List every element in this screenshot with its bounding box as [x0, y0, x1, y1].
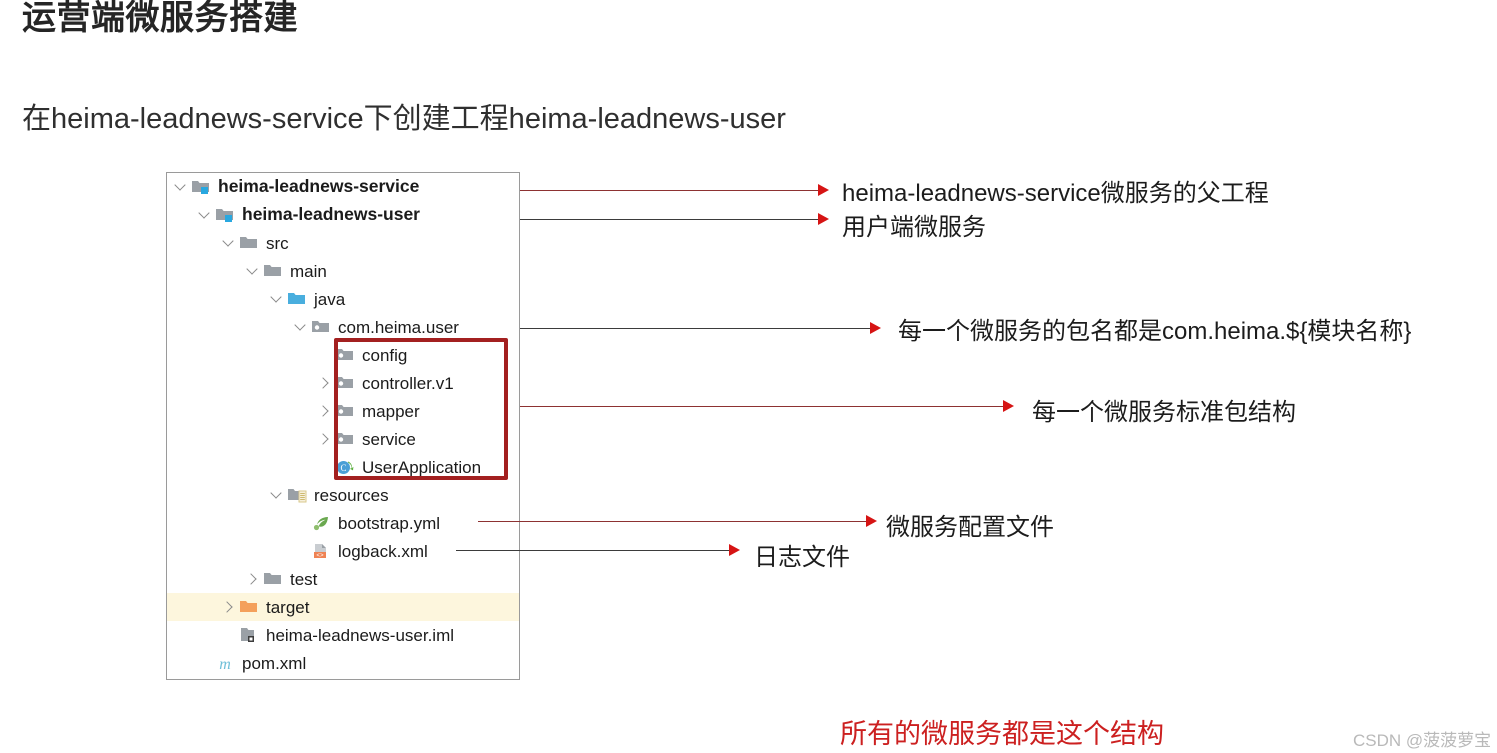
tree-row-label: test [290, 569, 318, 589]
page-title: 运营端微服务搭建 [22, 0, 298, 37]
chevron-right-icon[interactable] [221, 599, 237, 615]
chevron-right-icon[interactable] [245, 571, 261, 587]
csdn-watermark: CSDN @菠菠萝宝 [1353, 731, 1492, 750]
chevron-down-icon[interactable] [173, 179, 189, 195]
chevron-placeholder-icon [197, 655, 213, 671]
svg-text:m: m [219, 656, 231, 672]
bottom-note: 所有的微服务都是这个结构 [840, 719, 1164, 749]
yaml-leaf-icon [311, 514, 331, 532]
arrow-head-user-service [818, 213, 829, 225]
chevron-placeholder-icon [293, 515, 309, 531]
chevron-down-icon[interactable] [221, 235, 237, 251]
tree-row-label: heima-leadnews-user.iml [266, 625, 455, 645]
standard-package-highlight-box [334, 338, 508, 480]
tree-row-label: bootstrap.yml [338, 513, 441, 533]
svg-text:<>: <> [316, 552, 324, 559]
tree-row-label: heima-leadnews-user [242, 204, 420, 225]
folder-orange-icon [239, 598, 259, 616]
tree-row[interactable]: heima-leadnews-service [167, 173, 519, 201]
tree-row-label: com.heima.user [338, 317, 459, 337]
arrow-head-config-file [866, 515, 877, 527]
chevron-placeholder-icon [221, 627, 237, 643]
iml-module-icon [239, 626, 259, 644]
arrow-head-standard-structure [1003, 400, 1014, 412]
chevron-placeholder-icon [317, 459, 333, 475]
chevron-right-icon[interactable] [317, 403, 333, 419]
folder-gray-icon [263, 570, 283, 588]
package-icon [311, 318, 331, 336]
resources-folder-icon [287, 486, 307, 504]
connector-line-user-service [520, 219, 820, 220]
annotation-standard-structure: 每一个微服务标准包结构 [1032, 399, 1296, 426]
xml-file-icon: <> [311, 542, 331, 560]
chevron-placeholder-icon [293, 543, 309, 559]
tree-row[interactable]: resources [167, 481, 519, 509]
tree-row[interactable]: main [167, 257, 519, 285]
tree-row-label: src [266, 233, 289, 253]
tree-row[interactable]: heima-leadnews-user [167, 201, 519, 229]
annotation-parent-project: heima-leadnews-service微服务的父工程 [842, 180, 1269, 207]
module-folder-icon [215, 206, 235, 224]
folder-gray-icon [263, 262, 283, 280]
annotation-package-name: 每一个微服务的包名都是com.heima.${模块名称} [898, 318, 1412, 345]
chevron-placeholder-icon [317, 347, 333, 363]
arrow-head-log-file [729, 544, 740, 556]
tree-row[interactable]: com.heima.user [167, 313, 519, 341]
connector-line-standard-structure [520, 406, 1005, 407]
folder-blue-icon [287, 290, 307, 308]
annotation-config-file: 微服务配置文件 [886, 514, 1054, 541]
tree-row-label: target [266, 597, 310, 617]
chevron-down-icon[interactable] [197, 207, 213, 223]
connector-line-log-file [456, 550, 731, 551]
connector-line-config-file [478, 521, 868, 522]
chevron-down-icon[interactable] [293, 319, 309, 335]
annotation-log-file: 日志文件 [754, 544, 850, 571]
tree-row[interactable]: java [167, 285, 519, 313]
chevron-down-icon[interactable] [269, 487, 285, 503]
annotation-user-service: 用户端微服务 [842, 214, 986, 241]
maven-icon: m [215, 654, 235, 672]
chevron-down-icon[interactable] [245, 263, 261, 279]
tree-row-label: java [314, 289, 346, 309]
tree-row[interactable]: heima-leadnews-user.iml [167, 621, 519, 649]
tree-row[interactable]: bootstrap.yml [167, 509, 519, 537]
tree-row[interactable]: src [167, 229, 519, 257]
tree-row[interactable]: m pom.xml [167, 649, 519, 677]
tree-row-label: main [290, 261, 327, 281]
tree-row[interactable]: <> logback.xml [167, 537, 519, 565]
tree-row[interactable]: target [167, 593, 519, 621]
module-folder-icon [191, 178, 211, 196]
arrow-head-package-name [870, 322, 881, 334]
slide-canvas: 运营端微服务搭建 在heima-leadnews-service下创建工程hei… [0, 0, 1497, 753]
tree-row-label: heima-leadnews-service [218, 176, 420, 197]
tree-row-label: pom.xml [242, 653, 307, 673]
page-subtitle: 在heima-leadnews-service下创建工程heima-leadne… [22, 103, 786, 135]
tree-row-label: resources [314, 485, 389, 505]
chevron-right-icon[interactable] [317, 375, 333, 391]
connector-line-parent-project [520, 190, 820, 191]
tree-row-label: logback.xml [338, 541, 428, 561]
tree-row[interactable]: test [167, 565, 519, 593]
connector-line-package-name [520, 328, 872, 329]
chevron-right-icon[interactable] [317, 431, 333, 447]
folder-gray-icon [239, 234, 259, 252]
chevron-down-icon[interactable] [269, 291, 285, 307]
arrow-head-parent-project [818, 184, 829, 196]
